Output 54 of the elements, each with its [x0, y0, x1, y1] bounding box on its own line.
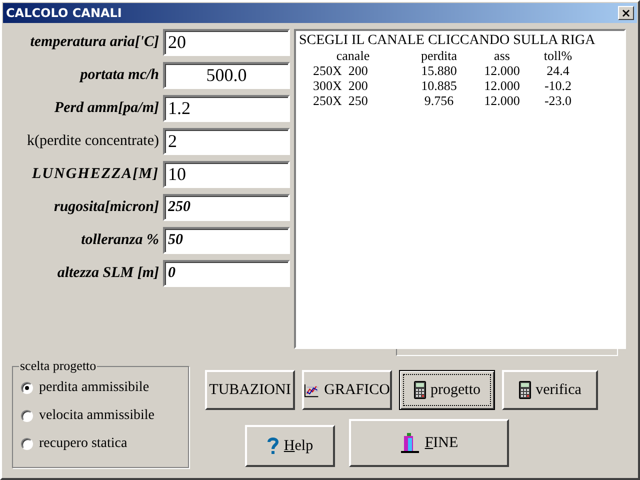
door-exit-icon	[400, 432, 420, 454]
action-button[interactable]: GRAFICO	[302, 370, 392, 410]
list-cell-text: 300X 200	[312, 78, 368, 93]
window-title: CALCOLO CANALI	[6, 6, 122, 20]
field-label: portata mc/h	[78, 67, 160, 84]
field-label: rugosita[micron]	[52, 199, 160, 216]
radio-option[interactable]: recupero statica	[21, 436, 180, 452]
list-cell: 24.4	[546, 63, 570, 78]
radio-button[interactable]	[21, 382, 33, 394]
question-mark-icon	[266, 437, 279, 455]
list-heading: SCEGLI IL CANALE CLICCANDO SULLA RIGA	[299, 33, 596, 48]
field-label: temperatura aria['C]	[29, 34, 160, 51]
input-field[interactable]: 500.0	[163, 62, 290, 89]
field-label: Perd amm[pa/m]	[53, 100, 160, 117]
close-button[interactable]: ×	[618, 6, 634, 20]
list-cell-text: 250X 250	[312, 93, 368, 108]
field-label: altezza SLM [m]	[56, 265, 160, 282]
radio-option[interactable]: perdita ammissibile	[21, 380, 180, 396]
radio-button[interactable]	[21, 410, 33, 422]
input-field[interactable]: 1.2	[163, 95, 290, 122]
line-chart-icon	[304, 382, 320, 398]
list-cell: 12.000	[484, 78, 520, 93]
action-button[interactable]: TUBAZIONI	[205, 370, 295, 410]
field-label: LUNGHEZZA[M]	[31, 166, 160, 183]
list-cell: -10.2	[544, 78, 572, 93]
list-cell: 12.000	[484, 63, 520, 78]
column-header: perdita	[420, 48, 458, 63]
help-button[interactable]: Help	[245, 425, 335, 467]
list-cell: 12.000	[484, 93, 520, 108]
calculator-icon	[518, 381, 531, 399]
column-header: canale	[336, 48, 370, 63]
input-field[interactable]: 20	[163, 29, 290, 56]
input-field[interactable]: 50	[163, 227, 290, 254]
input-field[interactable]: 250	[163, 194, 290, 221]
action-button[interactable]: progetto	[399, 370, 495, 410]
list-cell: 9.756	[424, 93, 454, 108]
results-list[interactable]: SCEGLI IL CANALE CLICCANDO SULLA RIGA canale perdita ass toll% 250X 200 15.880 12.000 24.4 300X 200 10.885 12.000 -10.2 250X 250 9.756 12.000 -23.0	[294, 29, 626, 349]
column-header: ass	[494, 48, 510, 63]
field-label: tolleranza %	[80, 232, 160, 249]
input-field[interactable]: 10	[163, 161, 290, 188]
list-cell: 10.885	[421, 78, 457, 93]
field-label: k(perdite concentrate)	[26, 133, 160, 150]
radio-button[interactable]	[21, 438, 33, 450]
input-field[interactable]: 0	[163, 260, 290, 287]
action-button[interactable]: verifica	[502, 370, 598, 410]
group-title: scelta progetto	[19, 358, 98, 374]
column-header: toll%	[544, 48, 572, 63]
calculator-icon	[414, 381, 426, 399]
radio-option[interactable]: velocita ammissibile	[21, 408, 180, 424]
exit-button[interactable]: FINE	[349, 419, 509, 467]
list-cell-text: 250X 200	[312, 63, 368, 78]
list-cell: -23.0	[544, 93, 572, 108]
list-cell: 15.880	[421, 63, 457, 78]
input-field[interactable]: 2	[163, 128, 290, 155]
